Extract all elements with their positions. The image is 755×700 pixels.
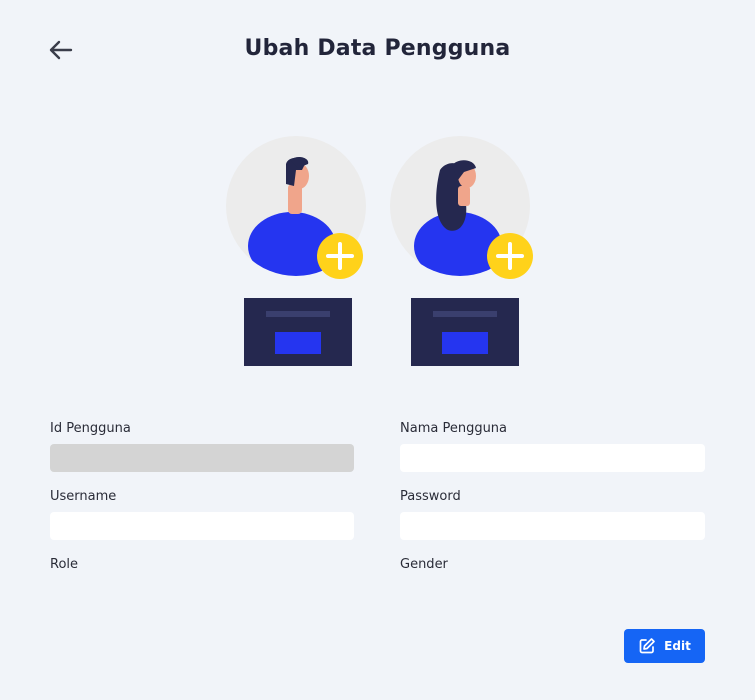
nama-pengguna-label: Nama Pengguna (400, 421, 508, 436)
male-avatar-add-icon (226, 136, 366, 279)
edit-button-label: Edit (664, 639, 691, 653)
edit-button[interactable]: Edit (624, 629, 705, 663)
password-label: Password (400, 489, 461, 504)
page-title: Ubah Data Pengguna (244, 36, 511, 61)
id-pengguna-field[interactable] (50, 444, 354, 472)
male-id-card (244, 298, 352, 366)
username-field[interactable] (50, 512, 354, 540)
username-label: Username (50, 489, 117, 504)
password-field[interactable] (400, 512, 705, 540)
female-id-card (411, 298, 519, 366)
id-pengguna-label: Id Pengguna (50, 421, 131, 436)
edit-icon (639, 638, 656, 654)
female-avatar-add-icon (390, 136, 533, 279)
nama-pengguna-field[interactable] (400, 444, 705, 472)
gender-label: Gender (400, 557, 448, 572)
user-type-illustration (226, 136, 533, 366)
role-label: Role (50, 557, 79, 572)
